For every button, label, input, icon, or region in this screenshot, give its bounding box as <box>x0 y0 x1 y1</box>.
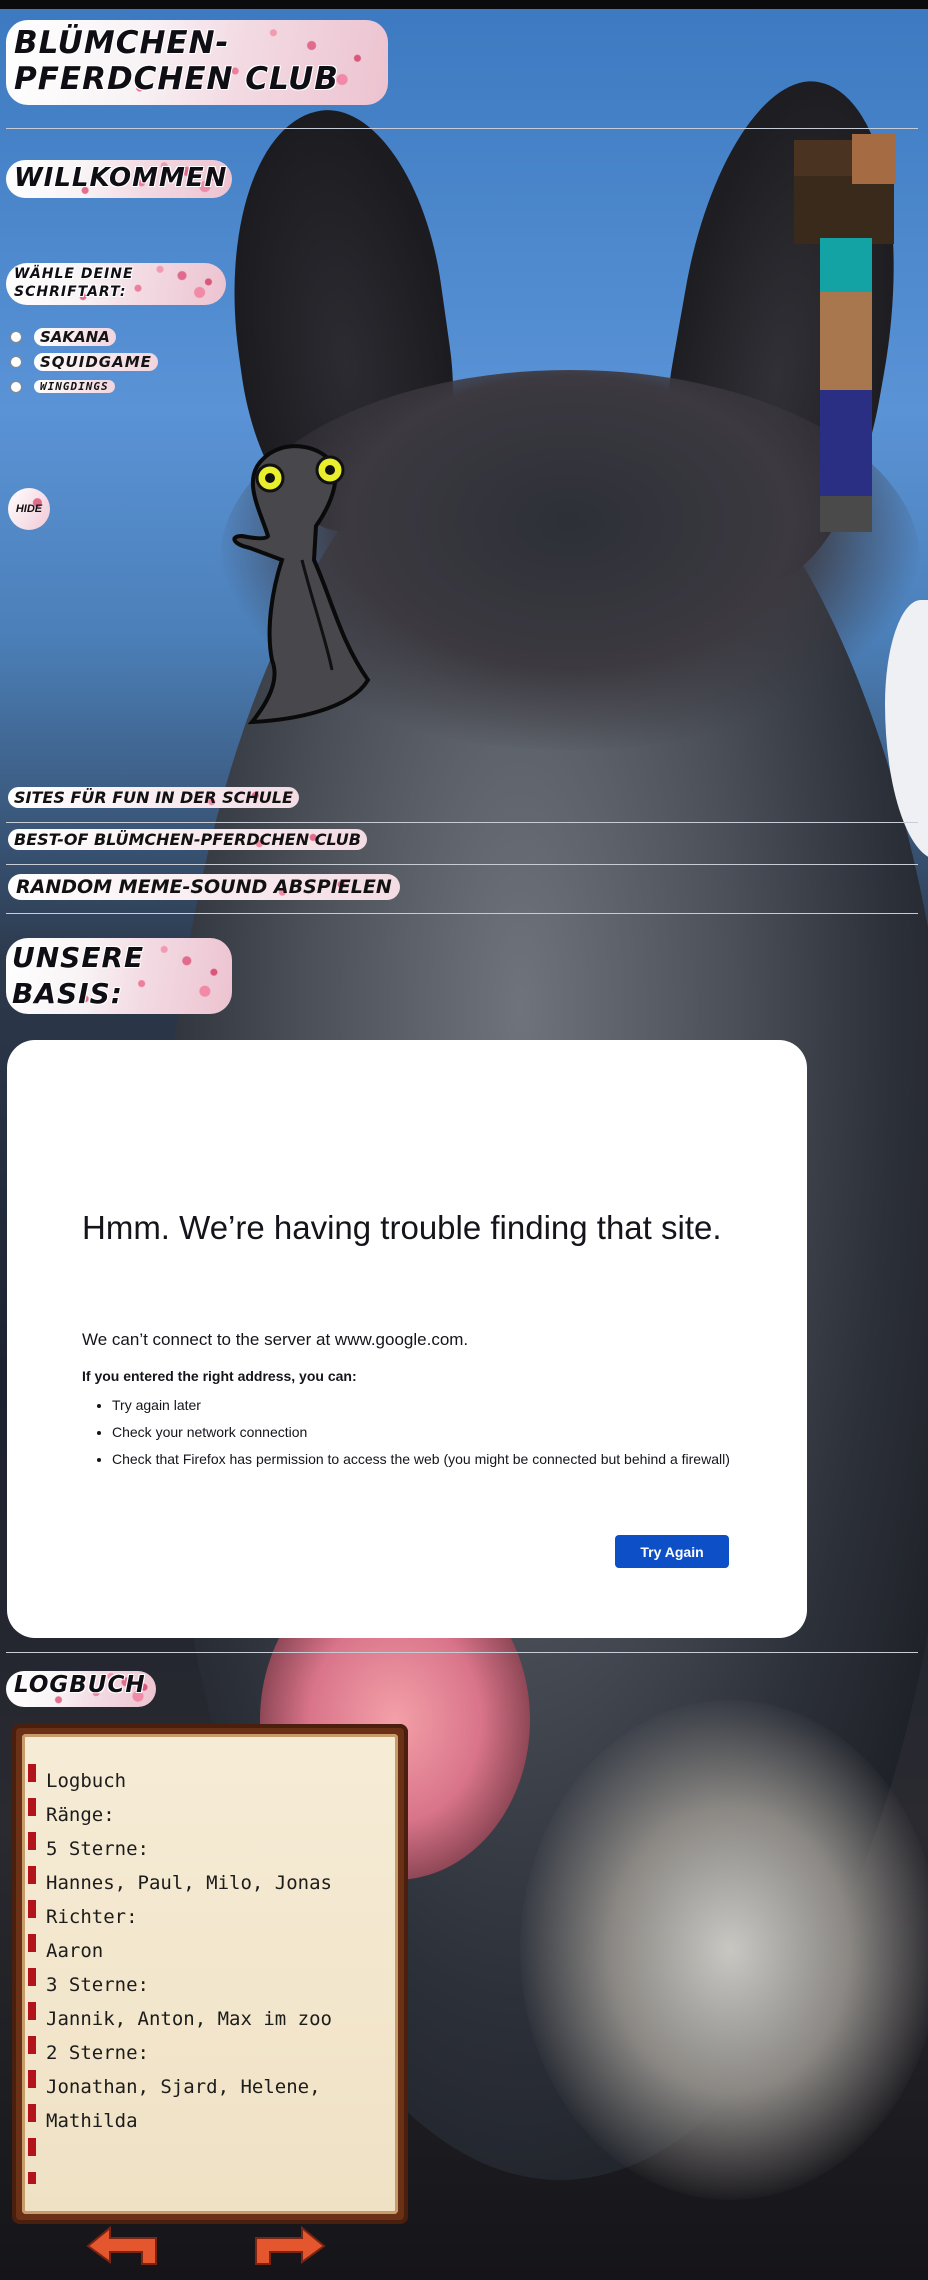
radio-button[interactable] <box>10 330 22 343</box>
font-option-squidgame[interactable]: SQUIDGAME <box>10 349 158 374</box>
welcome-heading: WILLKOMMEN <box>14 163 228 193</box>
logbook-line: Mathilda <box>46 2110 138 2132</box>
basis-panel: UNSERE BASIS: <box>6 938 232 1014</box>
error-suggestions: Try again later Check your network conne… <box>82 1396 772 1477</box>
link-random-sound[interactable]: RANDOM MEME-SOUND ABSPIELEN <box>8 874 400 900</box>
suggestion-item: Check that Firefox has permission to acc… <box>112 1450 772 1469</box>
logbook-line: Ränge: <box>46 1804 115 1826</box>
logbuch-heading: LOGBUCH <box>14 1672 146 1698</box>
link-sites-fun[interactable]: SITES FÜR FUN IN DER SCHULE <box>8 787 299 808</box>
logbook-line: Hannes, Paul, Milo, Jonas <box>46 1872 332 1894</box>
page-next-arrow-icon[interactable] <box>250 2226 328 2266</box>
divider <box>6 822 918 823</box>
horse-whiskers <box>520 1700 928 2200</box>
divider <box>6 1652 918 1653</box>
font-prompt-panel: WÄHLE DEINE SCHRIFTART: <box>6 263 226 305</box>
embedded-error-page: Hmm. We’re having trouble finding that s… <box>7 1040 807 1638</box>
error-hint: If you entered the right address, you ca… <box>82 1368 357 1384</box>
logbook-line: Richter: <box>46 1906 138 1928</box>
welcome-panel: WILLKOMMEN <box>6 160 232 198</box>
logbook-line: 2 Sterne: <box>46 2042 149 2064</box>
logbook-line: 5 Sterne: <box>46 1838 149 1860</box>
top-bar <box>0 0 928 9</box>
error-title: Hmm. We’re having trouble finding that s… <box>82 1209 722 1246</box>
error-subtitle: We can’t connect to the server at www.go… <box>82 1330 469 1349</box>
logbuch-panel: LOGBUCH <box>6 1671 156 1707</box>
radio-button[interactable] <box>10 355 22 368</box>
font-option-label[interactable]: SAKANA <box>34 327 116 346</box>
link-best-of[interactable]: BEST-OF BLÜMCHEN-PFERDCHEN CLUB <box>8 829 367 850</box>
suggestion-item: Check your network connection <box>112 1423 772 1442</box>
divider <box>6 864 918 865</box>
font-radio-group: SAKANA SQUIDGAME WINGDINGS <box>10 324 158 399</box>
logbook-line: Jannik, Anton, Max im zoo <box>46 2008 332 2030</box>
book-binding <box>28 1764 36 2184</box>
site-title-panel: BLÜMCHEN-PFERDCHEN CLUB <box>6 20 388 105</box>
font-prompt: WÄHLE DEINE SCHRIFTART: <box>14 266 134 301</box>
lizard-drawing <box>232 444 371 725</box>
logbook-text: Logbuch Ränge: 5 Sterne: Hannes, Paul, M… <box>46 1764 388 2138</box>
logbook-line: 3 Sterne: <box>46 1974 149 1996</box>
basis-heading: UNSERE BASIS: <box>12 941 145 1011</box>
page-prev-arrow-icon[interactable] <box>84 2226 162 2266</box>
divider <box>6 128 918 129</box>
radio-button[interactable] <box>10 380 22 393</box>
site-title: BLÜMCHEN-PFERDCHEN CLUB <box>14 25 339 97</box>
try-again-button[interactable]: Try Again <box>615 1535 729 1568</box>
logbook-line: Logbuch <box>46 1770 127 1792</box>
logbook-book: Logbuch Ränge: 5 Sterne: Hannes, Paul, M… <box>12 1724 408 2224</box>
logbook-line: Jonathan, Sjard, Helene, <box>46 2076 321 2098</box>
font-option-sakana[interactable]: SAKANA <box>10 324 158 349</box>
hide-button[interactable]: HIDE <box>8 488 50 530</box>
font-option-label[interactable]: WINGDINGS <box>34 380 115 393</box>
font-option-label[interactable]: SQUIDGAME <box>34 352 158 371</box>
steve-figure <box>794 134 896 532</box>
divider <box>6 913 918 914</box>
logbook-line: Aaron <box>46 1940 104 1962</box>
font-option-wingdings[interactable]: WINGDINGS <box>10 374 158 399</box>
suggestion-item: Try again later <box>112 1396 772 1415</box>
